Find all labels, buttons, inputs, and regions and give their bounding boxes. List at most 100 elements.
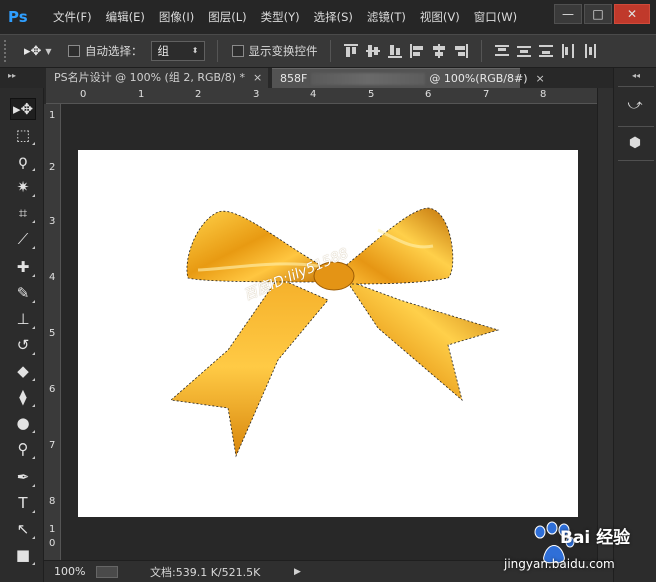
baidu-brand-text: Bai <box>560 528 591 548</box>
stamp-tool[interactable]: ⊥ <box>10 308 36 330</box>
distribute-center-icon[interactable] <box>516 43 532 59</box>
history-brush-tool[interactable]: ↺ <box>10 334 36 356</box>
align-horizontal-center-icon[interactable] <box>431 43 447 59</box>
auto-select-label: 自动选择： <box>85 44 143 58</box>
pen-tool-icon: ✒ <box>16 468 30 486</box>
document-tabs-row: ▸▸ PS名片设计 @ 100% (组 2, RGB/8) * × 858F @ 1… <box>0 68 656 88</box>
3d-panel-icon[interactable]: ⬢ <box>624 132 646 154</box>
distribute-group <box>488 43 598 59</box>
auto-select-checkbox[interactable] <box>68 45 80 57</box>
options-separator <box>480 40 482 62</box>
eyedropper-tool-icon: ⟋ <box>17 230 29 248</box>
menu-window[interactable]: 窗口(W) <box>467 0 524 34</box>
rectangle-tool[interactable]: ■ <box>10 544 36 566</box>
history-brush-tool-icon: ↺ <box>16 336 30 354</box>
history-panel-icon[interactable]: ⤻ <box>624 94 646 116</box>
eyedropper-tool[interactable]: ⟋ <box>10 228 36 250</box>
align-vertical-center-icon[interactable] <box>365 43 381 59</box>
path-selection-tool[interactable]: ↖ <box>10 518 36 540</box>
move-tool[interactable]: ▸✥ <box>10 98 36 120</box>
horizontal-ruler[interactable]: 0 1 2 3 4 5 6 7 8 <box>46 88 597 104</box>
lasso-tool[interactable]: ϙ <box>10 150 36 172</box>
paint-bucket-tool-icon: ⧫ <box>19 388 27 406</box>
ruler-label: 4 <box>49 272 56 283</box>
options-separator <box>216 40 218 62</box>
show-transform-label: 显示变换控件 <box>248 44 318 58</box>
dodge-tool-icon: ⚲ <box>17 440 29 458</box>
tab-document-1[interactable]: PS名片设计 @ 100% (组 2, RGB/8) * × <box>46 68 268 88</box>
align-top-icon[interactable] <box>343 43 359 59</box>
distribute-left-icon[interactable] <box>560 43 576 59</box>
tool-preset-picker[interactable]: ▸✥ ▼ <box>24 44 54 59</box>
chevron-down-icon: ▼ <box>45 46 52 56</box>
status-menu-arrow-icon[interactable]: ▶ <box>294 567 301 577</box>
right-panel-dock: ◂◂ ⤻ ⬢ <box>613 68 656 582</box>
menu-layer[interactable]: 图层(L) <box>201 0 253 34</box>
options-separator <box>329 40 331 62</box>
marquee-tool[interactable]: ⬚ <box>10 124 36 146</box>
pen-tool[interactable]: ✒ <box>10 466 36 488</box>
magic-wand-tool[interactable]: ✷ <box>10 176 36 198</box>
path-selection-tool-icon: ↖ <box>16 520 30 538</box>
brush-tool[interactable]: ✎ <box>10 282 36 304</box>
expand-panels-icon[interactable]: ◂◂ <box>632 71 640 80</box>
dodge-tool[interactable]: ⚲ <box>10 438 36 460</box>
close-tab-icon[interactable]: × <box>253 71 262 84</box>
auto-select-dropdown[interactable]: 组 ⬍ <box>150 41 205 61</box>
ruler-label: 2 <box>49 162 56 173</box>
baidu-jingyan-brand: Bai 经验 <box>560 523 630 548</box>
menu-edit[interactable]: 编辑(E) <box>99 0 152 34</box>
menu-filter[interactable]: 滤镜(T) <box>360 0 413 34</box>
bow-tail-left <box>170 277 329 458</box>
type-tool[interactable]: T <box>10 492 36 514</box>
auto-select-value: 组 <box>157 44 170 58</box>
blurred-filename <box>311 73 426 85</box>
menu-image[interactable]: 图像(I) <box>152 0 201 34</box>
align-right-icon[interactable] <box>453 43 469 59</box>
collapse-panel-icon[interactable]: ▸▸ <box>8 71 16 80</box>
options-bar-grip[interactable] <box>4 40 10 62</box>
options-bar: ▸✥ ▼ 自动选择： 组 ⬍ 显示变换控件 <box>0 34 656 68</box>
eraser-tool[interactable]: ◆ <box>10 360 36 382</box>
document-canvas[interactable] <box>78 150 578 517</box>
tab-label: PS名片设计 @ 100% (组 2, RGB/8) * <box>54 71 246 84</box>
move-tool-icon: ▸✥ <box>24 43 42 59</box>
maximize-button[interactable]: □ <box>584 4 612 24</box>
blur-tool[interactable]: ● <box>10 412 36 434</box>
ruler-label: 7 <box>483 89 490 100</box>
close-tab-icon[interactable]: × <box>536 72 545 85</box>
panel-divider <box>618 160 654 161</box>
close-button[interactable]: ✕ <box>614 4 650 24</box>
align-bottom-icon[interactable] <box>387 43 403 59</box>
panel-divider <box>618 86 654 87</box>
magic-wand-tool-icon: ✷ <box>16 178 30 196</box>
menu-type[interactable]: 类型(Y) <box>254 0 307 34</box>
distribute-top-icon[interactable] <box>494 43 510 59</box>
document-info: 文档:539.1 K/521.5K <box>150 565 261 579</box>
ruler-label: 6 <box>49 384 56 395</box>
minimize-button[interactable]: — <box>554 4 582 24</box>
move-tool-icon: ▸✥ <box>12 100 34 118</box>
distribute-bottom-icon[interactable] <box>538 43 554 59</box>
menu-file[interactable]: 文件(F) <box>46 0 99 34</box>
ruler-label: 1 <box>138 89 145 100</box>
ruler-label: 1 <box>49 110 56 121</box>
ruler-label: 0 <box>49 538 56 549</box>
ruler-label: 4 <box>310 89 317 100</box>
vertical-ruler[interactable]: 1 2 3 4 5 6 7 8 1 0 <box>44 104 61 560</box>
align-left-icon[interactable] <box>409 43 425 59</box>
distribute-horizontal-icon[interactable] <box>582 43 598 59</box>
zoom-level[interactable]: 100% <box>54 565 94 578</box>
marquee-tool-icon: ⬚ <box>15 126 31 144</box>
show-transform-checkbox[interactable] <box>231 45 244 57</box>
status-icon[interactable] <box>96 565 118 578</box>
crop-tool[interactable]: ⌗ <box>10 202 36 224</box>
ruler-label: 1 <box>49 524 56 535</box>
bow-image <box>170 207 500 458</box>
main-menu: 文件(F) 编辑(E) 图像(I) 图层(L) 类型(Y) 选择(S) 滤镜(T… <box>46 0 524 34</box>
tab-document-2[interactable]: 858F @ 100%(RGB/8#) × <box>272 68 545 88</box>
healing-brush-tool[interactable]: ✚ <box>10 256 36 278</box>
menu-view[interactable]: 视图(V) <box>413 0 467 34</box>
menu-select[interactable]: 选择(S) <box>307 0 360 34</box>
paint-bucket-tool[interactable]: ⧫ <box>10 386 36 408</box>
